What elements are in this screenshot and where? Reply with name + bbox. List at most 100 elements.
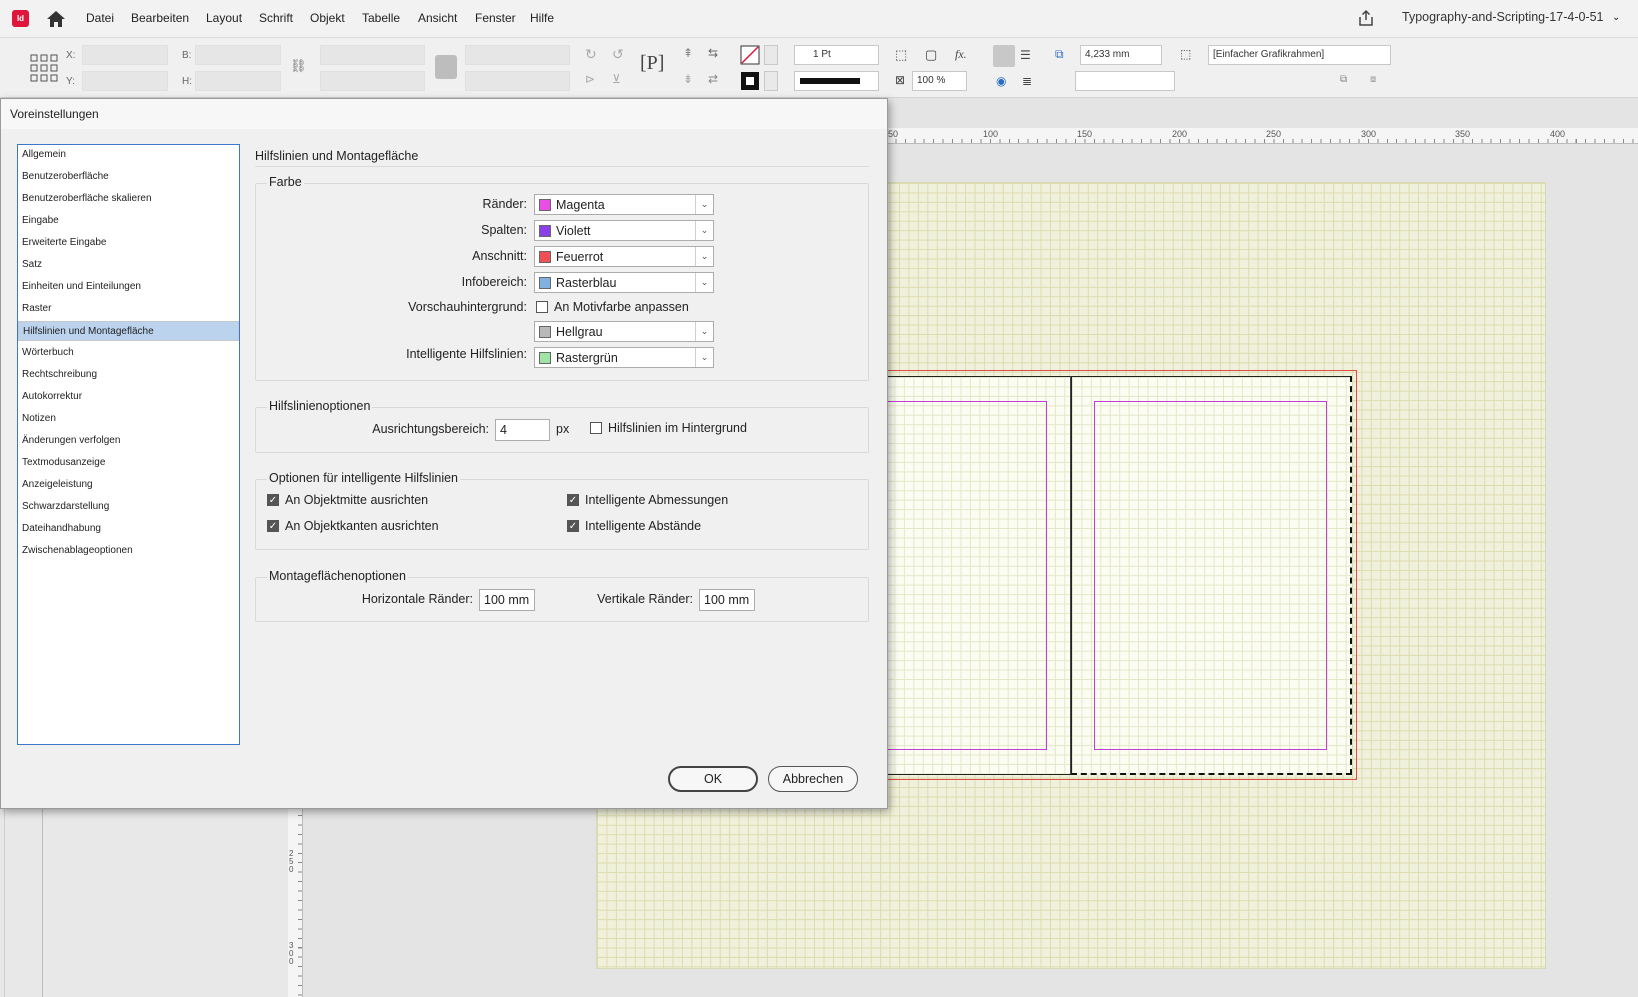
rotate-cw-icon[interactable]: ↻ [585,46,601,62]
color-field[interactable] [1075,71,1175,91]
menu-hilfe[interactable]: Hilfe [530,11,554,25]
ruler-label: 400 [1550,129,1566,139]
object-style-icon: ⬚ [1180,47,1192,61]
category-allgemein[interactable]: Allgemein [18,145,239,165]
text-wrap-bbox-icon[interactable]: ☰ [1020,48,1036,64]
category-notizen[interactable]: Notizen [18,409,239,429]
chevron-down-icon[interactable]: ⌄ [1612,12,1620,23]
home-icon[interactable] [46,10,66,28]
objektkanten-checkbox[interactable]: ✓ [267,520,279,532]
category-autokorrektur[interactable]: Autokorrektur [18,387,239,407]
select-container-icon[interactable]: ⇞ [683,46,699,62]
select-content-icon[interactable]: ⇟ [683,72,699,88]
flip-vertical-icon[interactable]: ⊻ [612,72,628,88]
category-einheiten[interactable]: Einheiten und Einteilungen [18,277,239,297]
category-anzeigeleistung[interactable]: Anzeigeleistung [18,475,239,495]
dialog-title: Voreinstellungen [10,107,99,121]
text-wrap-shape-icon[interactable]: ◉ [996,74,1012,90]
auto-fit-icon[interactable]: ⧉ [1055,47,1071,63]
ruler-label: 150 [1077,129,1093,139]
vertikale-raender-input[interactable]: 100 mm [699,589,755,611]
anschnitt-select[interactable]: Feuerrot ⌄ [534,246,714,267]
rotate-ccw-icon[interactable]: ↺ [612,46,628,62]
frame-fit-icon[interactable]: ⬚ [895,47,911,63]
chevron-down-icon: ⌄ [695,322,713,341]
spalten-select[interactable]: Violett ⌄ [534,220,714,241]
vruler-label: 3 0 0 [289,941,294,966]
category-raster[interactable]: Raster [18,299,239,319]
infobereich-select[interactable]: Rasterblau ⌄ [534,272,714,293]
fill-menu-arrow[interactable] [764,45,778,65]
y-field[interactable] [82,71,168,91]
stroke-type-select[interactable] [794,71,879,91]
edit-style-icon[interactable]: ⧇ [1370,74,1386,90]
height-field[interactable] [195,71,281,91]
intelligente-hilfslinien-select[interactable]: Rastergrün ⌄ [534,347,714,368]
chevron-down-icon: ⌄ [695,195,713,214]
menu-schrift[interactable]: Schrift [259,11,293,25]
stroke-menu-arrow[interactable] [764,71,778,91]
reference-point-icon[interactable] [30,54,58,82]
select-previous-icon[interactable]: ⇄ [708,72,724,88]
stroke-black-icon[interactable] [740,71,760,91]
menu-ansicht[interactable]: Ansicht [418,11,457,25]
category-aenderungen[interactable]: Änderungen verfolgen [18,431,239,451]
category-dateihandhabung[interactable]: Dateihandhabung [18,519,239,539]
scale-y-field[interactable] [320,71,425,91]
width-field[interactable] [195,45,281,65]
swatch-feuerrot [539,251,551,263]
select-next-icon[interactable]: ⇆ [708,46,724,62]
category-woerterbuch[interactable]: Wörterbuch [18,343,239,363]
cancel-button[interactable]: Abbrechen [768,766,858,792]
category-benutzeroberflaeche-skalieren[interactable]: Benutzeroberfläche skalieren [18,189,239,209]
share-icon[interactable] [1356,8,1376,28]
scale-x-field[interactable] [320,45,425,65]
menu-bearbeiten[interactable]: Bearbeiten [131,11,189,25]
clear-overrides-icon[interactable]: ⧉ [1340,74,1356,90]
category-list: Allgemein Benutzeroberfläche Benutzerobe… [17,144,240,745]
flip-horizontal-icon[interactable]: ⊳ [585,72,601,88]
link-icon[interactable] [435,55,457,79]
category-schwarzdarstellung[interactable]: Schwarzdarstellung [18,497,239,517]
category-eingabe[interactable]: Eingabe [18,211,239,231]
text-wrap-none-icon[interactable] [993,45,1015,67]
abstaende-checkbox[interactable]: ✓ [567,520,579,532]
content-fit-icon[interactable]: ▢ [925,47,941,63]
category-rechtschreibung[interactable]: Rechtschreibung [18,365,239,385]
stroke-weight-field[interactable]: 1 Pt [794,45,879,65]
menu-layout[interactable]: Layout [206,11,242,25]
vorschau-label: Vorschauhintergrund: [408,300,527,314]
menu-objekt[interactable]: Objekt [310,11,345,25]
category-hilfslinien-selected[interactable]: Hilfslinien und Montagefläche [18,321,239,341]
menu-fenster[interactable]: Fenster [475,11,516,25]
opacity-field[interactable]: 100 % [912,71,967,91]
raender-select[interactable]: Magenta ⌄ [534,194,714,215]
category-zwischenablage[interactable]: Zwischenablageoptionen [18,541,239,561]
text-frame-icon[interactable]: [P] [640,52,664,74]
effects-fx-icon[interactable]: fx. [955,47,971,63]
ruler-label: 300 [1361,129,1377,139]
abmessungen-checkbox[interactable]: ✓ [567,494,579,506]
category-erweiterte-eingabe[interactable]: Erweiterte Eingabe [18,233,239,253]
fill-none-icon[interactable] [740,45,760,65]
category-textmodusanzeige[interactable]: Textmodusanzeige [18,453,239,473]
menu-tabelle[interactable]: Tabelle [362,11,400,25]
rotation-field[interactable] [465,45,570,65]
category-satz[interactable]: Satz [18,255,239,275]
vorschau-select[interactable]: Hellgrau ⌄ [534,321,714,342]
motivfarbe-checkbox[interactable] [536,301,548,313]
x-field[interactable] [82,45,168,65]
object-style-select[interactable]: [Einfacher Grafikrahmen] [1208,45,1391,65]
objektmitte-checkbox[interactable]: ✓ [267,494,279,506]
ok-button[interactable]: OK [668,766,758,792]
text-wrap-jump-icon[interactable]: ≣ [1022,74,1038,90]
constrain-proportions-icon[interactable]: ⛓ [290,58,307,74]
opacity-icon: ⊠ [895,73,906,87]
gutter-field[interactable]: 4,233 mm [1080,45,1162,65]
ausrichtungsbereich-input[interactable]: 4 [495,419,550,441]
hilfslinien-hintergrund-checkbox[interactable] [590,422,602,434]
horizontale-raender-input[interactable]: 100 mm [479,589,535,611]
shear-field[interactable] [465,71,570,91]
menu-datei[interactable]: Datei [86,11,114,25]
category-benutzeroberflaeche[interactable]: Benutzeroberfläche [18,167,239,187]
